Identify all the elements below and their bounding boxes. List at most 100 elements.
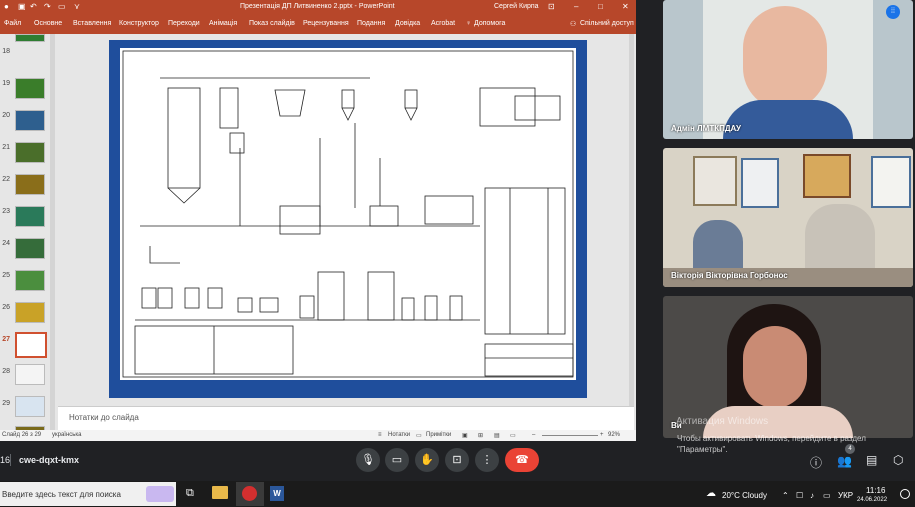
- tab-file[interactable]: Файл: [4, 20, 21, 27]
- tab-acrobat[interactable]: Acrobat: [431, 20, 455, 27]
- zoom-level[interactable]: 92%: [608, 432, 620, 438]
- tab-slideshow[interactable]: Показ слайдів: [249, 20, 295, 27]
- raise-hand-button[interactable]: ✋: [415, 448, 439, 472]
- notification-icon[interactable]: [900, 489, 910, 499]
- tab-design[interactable]: Конструктор: [119, 20, 159, 27]
- meeting-info-icon[interactable]: ⓘ: [810, 454, 822, 471]
- participant-face: [743, 326, 807, 408]
- present-icon[interactable]: ▭: [58, 2, 66, 11]
- normal-view-icon[interactable]: ▣: [462, 432, 468, 439]
- thumbnail-number: 25: [2, 272, 10, 279]
- file-explorer-icon[interactable]: [212, 486, 228, 499]
- participant-name: Вікторія Вікторівна Горбонос: [671, 271, 788, 280]
- tab-view[interactable]: Подання: [357, 20, 385, 27]
- slide-thumbnail[interactable]: [15, 110, 45, 131]
- minimize-icon[interactable]: –: [574, 2, 578, 11]
- activities-icon[interactable]: ⬡: [893, 453, 903, 467]
- powerpoint-window: ● ▣ ↶ ↷ ▭ ⋎ Презентація ДП Литвиненко 2.…: [0, 0, 636, 441]
- zoom-out-icon[interactable]: –: [532, 432, 535, 438]
- thumbnail-scrollbar[interactable]: [50, 34, 55, 430]
- share-icon: ⚇: [570, 21, 577, 28]
- more-options-button[interactable]: ⋮: [475, 448, 499, 472]
- share-button[interactable]: Спільний доступ: [580, 20, 634, 27]
- ribbon-display-icon[interactable]: ⊡: [548, 2, 555, 11]
- tab-home[interactable]: Основне: [34, 20, 62, 27]
- slide-thumbnail[interactable]: [15, 78, 45, 99]
- task-view-icon[interactable]: ⧉: [186, 487, 194, 500]
- chat-icon[interactable]: ▤: [866, 453, 877, 467]
- present-screen-button[interactable]: ⊡: [445, 448, 469, 472]
- microphone-icon: 🎙: [361, 454, 375, 466]
- volume-icon[interactable]: ♪: [810, 491, 814, 500]
- clock-time[interactable]: 11:16: [866, 486, 885, 495]
- meeting-time: 16: [0, 455, 11, 465]
- tab-help[interactable]: Довідка: [395, 20, 420, 27]
- slide-sorter-icon[interactable]: ⊞: [478, 432, 483, 439]
- weather-cloud-icon: ☁: [706, 488, 716, 499]
- speaking-indicator-icon: ⁞⁞: [886, 5, 900, 19]
- slide-thumbnail[interactable]: [15, 206, 45, 227]
- notes-pane[interactable]: Нотатки до слайда: [58, 406, 634, 430]
- tell-me-label[interactable]: Допомога: [474, 20, 505, 27]
- slide-thumbnail[interactable]: [15, 142, 45, 163]
- maximize-icon[interactable]: □: [598, 2, 603, 11]
- editor-scrollbar[interactable]: [629, 34, 634, 406]
- tab-transitions[interactable]: Переходи: [168, 20, 200, 27]
- opera-browser-icon[interactable]: [242, 486, 257, 501]
- slide-thumbnail-selected[interactable]: [15, 332, 47, 358]
- thumbnail-number-selected: 27: [2, 336, 10, 343]
- thumbnail-number: 26: [2, 304, 10, 311]
- thumbnail-number: 19: [2, 80, 10, 87]
- network-icon[interactable]: ☐: [796, 491, 803, 500]
- notes-button[interactable]: Нотатки: [388, 432, 410, 438]
- undo-icon[interactable]: ↶: [30, 2, 37, 11]
- close-icon[interactable]: ✕: [622, 2, 629, 11]
- zoom-slider[interactable]: [542, 435, 598, 436]
- ribbon-tabs: Файл Основне Вставлення Конструктор Пере…: [0, 14, 636, 34]
- people-icon[interactable]: 👥: [837, 454, 852, 468]
- battery-icon[interactable]: ▭: [823, 491, 831, 500]
- camera-icon: ▭: [391, 454, 403, 466]
- save-icon[interactable]: ▣: [18, 2, 26, 11]
- thumbnail-number: 23: [2, 208, 10, 215]
- camera-button[interactable]: ▭: [385, 448, 409, 472]
- tab-animations[interactable]: Анімація: [209, 20, 237, 27]
- weather-label[interactable]: 20°C Cloudy: [722, 491, 767, 500]
- slide-thumbnail[interactable]: [15, 270, 45, 291]
- slide-thumbnail[interactable]: [15, 238, 45, 259]
- slideshow-icon[interactable]: ▭: [510, 432, 516, 439]
- slide-thumbnail[interactable]: [15, 34, 45, 42]
- hand-icon: ✋: [420, 454, 434, 466]
- language-indicator[interactable]: українська: [52, 432, 82, 438]
- customize-icon[interactable]: ⋎: [74, 2, 80, 11]
- slide-thumbnail[interactable]: [15, 174, 45, 195]
- slide-thumbnail[interactable]: [15, 396, 45, 417]
- microphone-button[interactable]: 🎙: [356, 448, 380, 472]
- taskbar-search-box[interactable]: Введите здесь текст для поиска: [0, 482, 176, 506]
- status-bar: Слайд 26 з 29 українська ≡ Нотатки ▭ При…: [0, 430, 636, 441]
- zoom-in-icon[interactable]: +: [600, 432, 604, 438]
- participant-tile[interactable]: Адмін ЛМТКПДАУ ⁞⁞: [663, 0, 913, 139]
- thumbnail-number: 21: [2, 144, 10, 151]
- participant-tile[interactable]: Вікторія Вікторівна Горбонос: [663, 148, 913, 287]
- clock-date[interactable]: 24.06.2022: [857, 497, 887, 503]
- word-icon[interactable]: W: [270, 486, 284, 501]
- slide-thumbnail[interactable]: [15, 364, 45, 385]
- autosave-icon[interactable]: ●: [4, 2, 9, 11]
- tab-insert[interactable]: Вставлення: [73, 20, 111, 27]
- redo-icon[interactable]: ↷: [44, 2, 51, 11]
- leave-call-button[interactable]: ☎: [505, 448, 539, 472]
- comments-button[interactable]: Примітки: [426, 432, 451, 438]
- thumbnail-number: 22: [2, 176, 10, 183]
- reading-view-icon[interactable]: ▤: [494, 432, 500, 439]
- slide-thumbnail[interactable]: [15, 302, 45, 323]
- show-hidden-icons-icon[interactable]: ⌃: [782, 491, 789, 500]
- activation-watermark-title: Активация Windows: [676, 416, 769, 427]
- input-language[interactable]: УКР: [838, 491, 853, 500]
- tab-review[interactable]: Рецензування: [303, 20, 349, 27]
- meeting-code: cwe-dqxt-kmx: [19, 455, 80, 465]
- current-slide[interactable]: [109, 40, 587, 398]
- user-name[interactable]: Сергей Кирпа: [494, 3, 539, 10]
- thumbnail-number: 28: [2, 368, 10, 375]
- participant-shirt: [723, 100, 853, 139]
